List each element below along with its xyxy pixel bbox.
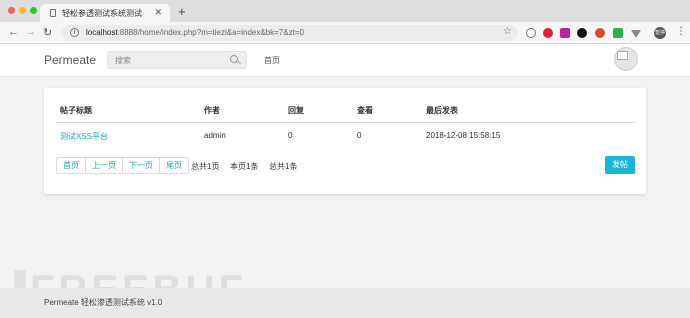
forward-icon[interactable]: → <box>25 26 36 38</box>
this-page-text: 本页1条 <box>230 162 259 171</box>
extension-icon[interactable] <box>560 28 570 38</box>
column-header-replies: 回复 <box>288 106 304 115</box>
search-input[interactable]: 搜索 <box>107 51 247 69</box>
next-page-button[interactable]: 下一页 <box>123 158 160 173</box>
footer-text: Permeate 轻松渗透测试系统 v1.0 <box>44 298 163 307</box>
new-tab-icon[interactable]: + <box>178 4 186 19</box>
extension-icon[interactable] <box>631 30 641 38</box>
topic-views: 0 <box>357 131 362 140</box>
column-header-author: 作者 <box>204 106 220 115</box>
extension-icon[interactable] <box>526 28 536 38</box>
site-header: Permeate 搜索 首页 <box>0 44 690 77</box>
topic-list-card: 帖子标题 作者 回复 查看 最后发表 测试XSS平台 admin 0 0 201… <box>44 88 646 194</box>
maximize-window-icon[interactable] <box>30 7 37 14</box>
extension-icon[interactable] <box>613 28 623 38</box>
table-header-divider <box>56 122 636 123</box>
user-avatar[interactable] <box>614 47 638 71</box>
bookmark-star-icon[interactable]: ☆ <box>503 26 512 37</box>
topic-author: admin <box>204 131 226 140</box>
total-items-text: 总共1条 <box>269 162 298 171</box>
document-icon <box>50 9 56 17</box>
tab-title: 轻松参透测试系统测试 <box>62 9 142 18</box>
search-placeholder: 搜索 <box>115 56 131 65</box>
topic-replies: 0 <box>288 131 293 140</box>
extension-icon[interactable] <box>577 28 587 38</box>
last-page-button[interactable]: 尾页 <box>160 158 188 173</box>
close-tab-icon[interactable]: ✕ <box>154 7 162 18</box>
reload-icon[interactable]: ↻ <box>43 26 52 39</box>
extension-icon[interactable] <box>595 28 605 38</box>
extension-icon[interactable] <box>543 28 553 38</box>
more-menu-icon[interactable]: ⋮ <box>676 26 686 37</box>
search-icon[interactable] <box>230 55 238 63</box>
minimize-window-icon[interactable] <box>19 7 26 14</box>
profile-avatar[interactable]: 暂停 <box>654 27 666 39</box>
address-bar[interactable]: i localhost:8888/home/index.php?m=tiezi&… <box>62 25 518 41</box>
browser-toolbar: ← → ↻ i localhost:8888/home/index.php?m=… <box>0 22 690 44</box>
pagination: 首页 上一页 下一页 尾页 <box>56 157 189 174</box>
info-icon[interactable]: i <box>70 28 79 37</box>
browser-tab[interactable]: 轻松参透测试系统测试 ✕ <box>40 4 170 22</box>
topic-last-post: 2018-12-08 15:58:15 <box>426 131 501 140</box>
column-header-last-post: 最后发表 <box>426 106 458 115</box>
column-header-views: 查看 <box>357 106 373 115</box>
topic-title-link[interactable]: 测试XSS平台 <box>60 131 108 142</box>
browser-tab-bar: 轻松参透测试系统测试 ✕ + <box>0 0 690 22</box>
nav-home-link[interactable]: 首页 <box>264 55 280 66</box>
total-pages-text: 总共1页 <box>191 162 220 171</box>
close-window-icon[interactable] <box>8 7 15 14</box>
url-host: localhost <box>86 28 118 37</box>
brand-logo[interactable]: Permeate <box>44 53 96 67</box>
url-path: :8888/home/index.php?m=tiezi&a=index&bk=… <box>117 28 304 37</box>
back-icon[interactable]: ← <box>8 26 19 38</box>
address-url: localhost:8888/home/index.php?m=tiezi&a=… <box>86 28 304 37</box>
prev-page-button[interactable]: 上一页 <box>86 158 123 173</box>
site-footer: Permeate 轻松渗透测试系统 v1.0 <box>0 288 690 318</box>
column-header-title: 帖子标题 <box>60 106 92 115</box>
new-post-button[interactable]: 发帖 <box>605 156 635 174</box>
broken-image-icon <box>617 51 628 60</box>
first-page-button[interactable]: 首页 <box>57 158 86 173</box>
